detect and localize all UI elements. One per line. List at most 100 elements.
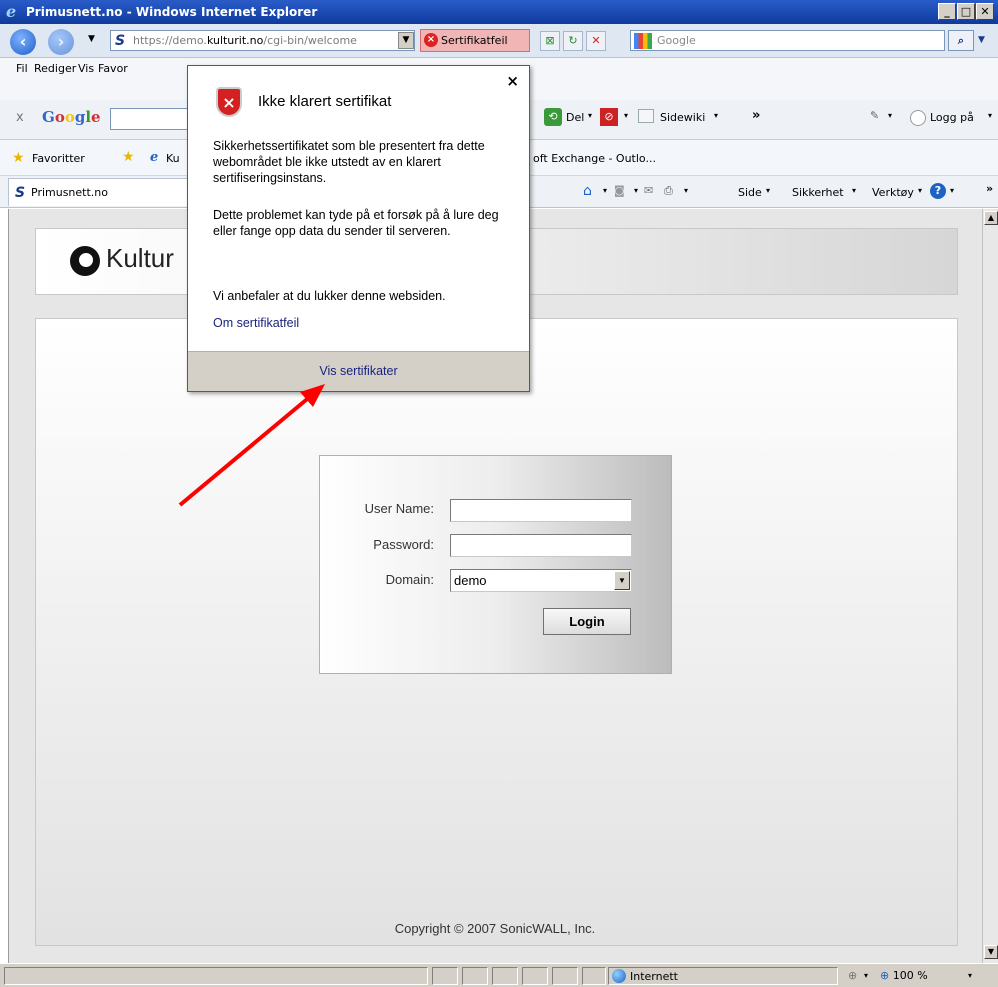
share-dropdown-icon[interactable]: ▾ [588,111,592,120]
cert-error-label: Sertifikatfeil [441,34,508,47]
zoom-level[interactable]: ⊕ 100 % [880,969,928,982]
popup-blocker-dropdown-icon[interactable]: ▾ [624,111,628,120]
security-menu[interactable]: Sikkerhet [792,186,844,199]
login-dropdown-icon[interactable]: ▾ [988,111,992,120]
toolbar-more-icon[interactable]: » [752,108,760,123]
security-menu-dropdown-icon[interactable]: ▾ [852,186,856,195]
share-label[interactable]: Del [566,111,584,124]
protected-mode-dropdown-icon[interactable]: ▾ [864,971,868,980]
password-label: Password: [373,537,434,552]
domain-label: Domain: [385,572,434,587]
ie-logo-icon: e [6,2,17,21]
sidewiki-label[interactable]: Sidewiki [660,111,705,124]
window-title: Primusnett.no - Windows Internet Explore… [26,5,318,19]
password-field[interactable] [450,534,632,557]
tab-primusnett[interactable]: S Primusnett.no [8,178,188,206]
login-button[interactable]: Login [543,608,631,635]
certificate-error-button[interactable]: × Sertifikatfeil [420,29,530,52]
stop-icon[interactable]: ✕ [586,31,606,51]
tools-menu[interactable]: Verktøy [872,186,914,199]
search-icon[interactable]: ⌕ [948,30,974,51]
address-dropdown-icon[interactable]: ▼ [398,32,414,49]
wrench-dropdown-icon[interactable]: ▾ [888,111,892,120]
compatibility-view-icon[interactable]: ⊠ [540,31,560,51]
home-dropdown-icon[interactable]: ▾ [603,186,607,195]
username-label: User Name: [364,501,434,516]
status-cell [492,967,518,985]
home-icon[interactable]: ⌂ [583,183,592,199]
login-label[interactable]: Logg på [930,111,974,124]
scroll-down-icon[interactable]: ▼ [984,945,998,959]
security-zone[interactable]: Internett [612,969,678,983]
kulturit-logo-icon [70,246,100,276]
popup-footer: Vis sertifikater [188,351,529,391]
certificate-error-popup: × × Ikke klarert sertifikat Sikkerhetsse… [187,65,530,392]
menu-file[interactable]: Fil [16,62,28,75]
status-cell [522,967,548,985]
tools-menu-dropdown-icon[interactable]: ▾ [918,186,922,195]
close-icon[interactable]: × [506,72,519,90]
url-path: /cgi-bin/welcome [263,34,357,47]
status-cell [432,967,458,985]
protected-mode-icon[interactable]: ⊕ [848,969,857,982]
refresh-icon[interactable]: ↻ [563,31,583,51]
popup-blocker-icon[interactable]: ⊘ [600,108,618,126]
commandbar-more-icon[interactable]: » [986,182,993,195]
menu-edit[interactable]: Rediger [34,62,76,75]
search-input[interactable]: Google [630,30,945,51]
url-domain: kulturit.no [206,34,264,47]
popup-paragraph-1: Sikkerhetssertifikatet som ble presenter… [213,139,485,185]
favorite-item-kulturit[interactable]: Ku [166,152,180,165]
search-options-icon[interactable]: ▼ [978,35,985,45]
cert-error-icon: × [424,33,438,47]
feeds-dropdown-icon[interactable]: ▾ [634,186,638,195]
scroll-up-icon[interactable]: ▲ [984,211,998,225]
address-row: ‹ › ▼ S https://demo.kulturit.no/cgi-bin… [0,24,998,58]
favorites-star-icon: ★ [12,150,25,166]
maximize-button[interactable]: □ [957,3,975,20]
toolbar-close-icon[interactable]: x [16,110,24,125]
zoom-dropdown-icon[interactable]: ▾ [968,971,972,980]
help-icon[interactable]: ? [930,183,946,199]
mail-icon[interactable]: ✉ [644,184,653,197]
window-titlebar: e Primusnett.no - Windows Internet Explo… [0,0,998,24]
site-logo-text: Kultur [106,243,174,273]
menu-favorites[interactable]: Favor [98,62,128,75]
popup-paragraph-2: Dette problemet kan tyde på et forsøk på… [213,208,499,238]
domain-select[interactable]: demo ▼ [450,569,632,592]
address-bar[interactable]: S https://demo.kulturit.no/cgi-bin/welco… [110,30,415,51]
wrench-icon[interactable]: ✎ [870,109,879,122]
favorite-item-exchange[interactable]: oft Exchange - Outlo... [533,152,656,165]
copyright-text: Copyright © 2007 SonicWALL, Inc. [394,921,596,936]
minimize-button[interactable]: _ [938,3,956,20]
domain-value: demo [454,573,487,588]
tab-favicon-icon: S [15,185,26,201]
feeds-icon[interactable]: ◙ [614,184,625,197]
add-favorite-icon[interactable]: ★ [122,149,135,165]
google-toolbar-search-input[interactable] [110,108,190,130]
view-certificates-link[interactable]: Vis sertifikater [188,364,529,378]
favorites-button[interactable]: Favoritter [32,152,85,165]
print-icon[interactable]: ⎙ [664,184,673,198]
close-window-button[interactable]: ✕ [976,3,994,20]
history-dropdown-icon[interactable]: ▼ [88,34,95,44]
about-certificate-errors-link[interactable]: Om sertifikatfeil [213,316,299,330]
menu-view[interactable]: Vis [78,62,94,75]
page-menu-dropdown-icon[interactable]: ▾ [766,186,770,195]
popup-title: Ikke klarert sertifikat [258,93,392,110]
vertical-scrollbar[interactable]: ▲ ▼ [982,209,998,963]
username-field[interactable] [450,499,632,522]
print-dropdown-icon[interactable]: ▾ [684,186,688,195]
zoom-value: 100 % [892,969,928,982]
status-bar: Internett ⊕ ▾ ⊕ 100 % ▾ [0,963,998,987]
globe-icon [612,969,626,983]
zoom-icon: ⊕ [880,969,890,982]
page-menu[interactable]: Side [738,186,762,199]
chevron-down-icon[interactable]: ▼ [614,571,630,590]
forward-button[interactable]: › [48,29,74,55]
google-logo: Google [42,108,101,126]
help-dropdown-icon[interactable]: ▾ [950,186,954,195]
sidewiki-dropdown-icon[interactable]: ▾ [714,111,718,120]
login-box: User Name: Password: Domain: demo ▼ Logi… [319,455,672,674]
back-button[interactable]: ‹ [10,29,36,55]
